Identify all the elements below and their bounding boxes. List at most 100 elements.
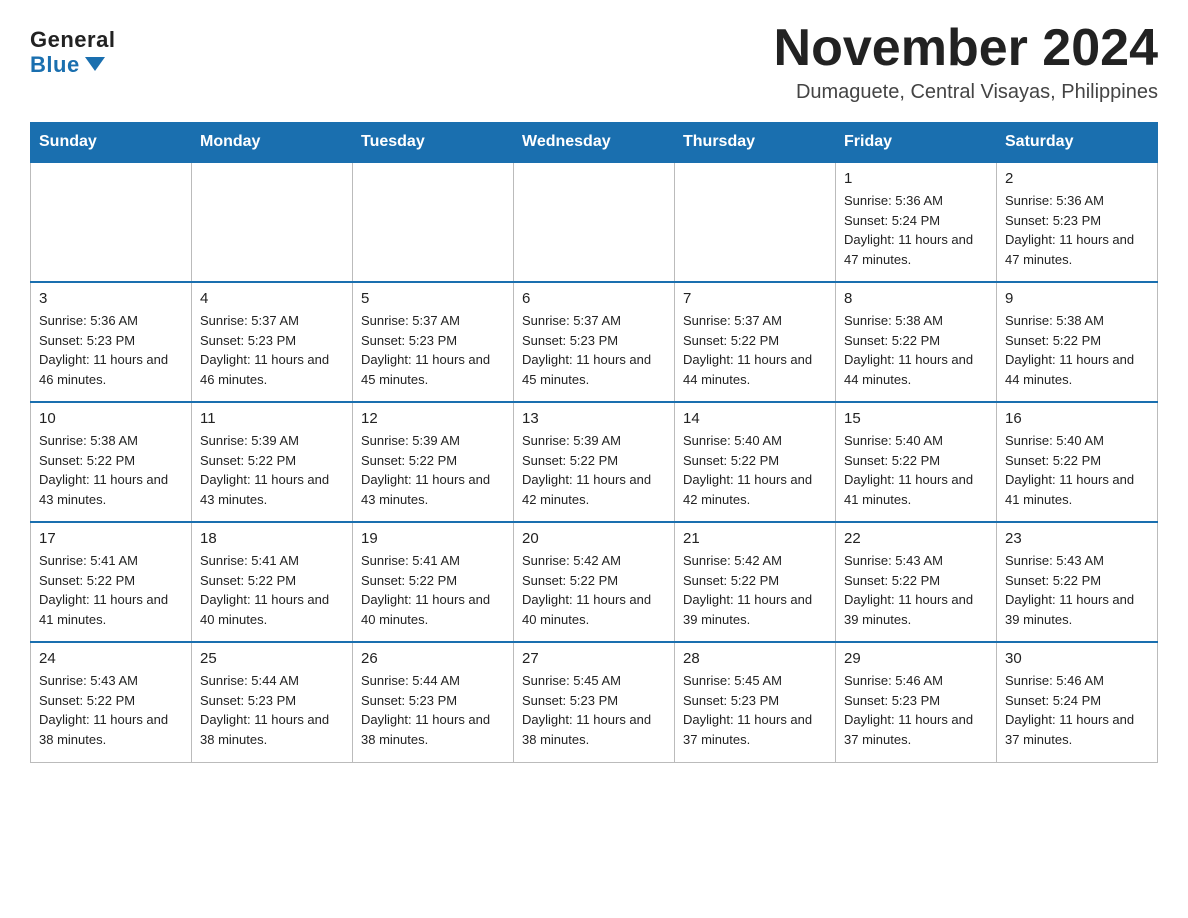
title-block: November 2024 Dumaguete, Central Visayas… xyxy=(774,20,1158,104)
weekday-header-friday: Friday xyxy=(836,123,997,163)
day-number: 16 xyxy=(1005,410,1149,427)
calendar-cell: 24 Sunrise: 5:43 AMSunset: 5:22 PMDayligh… xyxy=(31,642,192,762)
calendar-cell: 26 Sunrise: 5:44 AMSunset: 5:23 PMDayligh… xyxy=(353,642,514,762)
calendar-cell: 23 Sunrise: 5:43 AMSunset: 5:22 PMDayligh… xyxy=(997,522,1158,642)
calendar-cell: 2Sunrise: 5:36 AMSunset: 5:23 PMDaylight… xyxy=(997,162,1158,282)
day-number: 22 xyxy=(844,530,988,547)
calendar-cell: 6Sunrise: 5:37 AMSunset: 5:23 PMDaylight… xyxy=(514,282,675,402)
day-number: 25 xyxy=(200,650,344,667)
calendar-cell xyxy=(353,162,514,282)
day-info: Sunrise: 5:37 AMSunset: 5:22 PMDaylight:… xyxy=(683,311,827,389)
calendar-cell xyxy=(31,162,192,282)
day-number: 26 xyxy=(361,650,505,667)
day-info: Sunrise: 5:40 AMSunset: 5:22 PMDaylight:… xyxy=(1005,431,1149,509)
day-number: 11 xyxy=(200,410,344,427)
day-info: Sunrise: 5:45 AMSunset: 5:23 PMDaylight:… xyxy=(522,671,666,749)
day-info: Sunrise: 5:42 AMSunset: 5:22 PMDaylight:… xyxy=(522,551,666,629)
day-info: Sunrise: 5:39 AMSunset: 5:22 PMDaylight:… xyxy=(200,431,344,509)
weekday-header-tuesday: Tuesday xyxy=(353,123,514,163)
day-number: 7 xyxy=(683,290,827,307)
day-number: 19 xyxy=(361,530,505,547)
logo: General Blue xyxy=(30,28,115,78)
calendar-cell: 29 Sunrise: 5:46 AMSunset: 5:23 PMDayligh… xyxy=(836,642,997,762)
day-number: 1 xyxy=(844,170,988,187)
calendar-cell: 25 Sunrise: 5:44 AMSunset: 5:23 PMDayligh… xyxy=(192,642,353,762)
day-info: Sunrise: 5:36 AMSunset: 5:24 PMDaylight:… xyxy=(844,191,988,269)
day-info: Sunrise: 5:43 AMSunset: 5:22 PMDaylight:… xyxy=(39,671,183,749)
calendar-cell: 7 Sunrise: 5:37 AMSunset: 5:22 PMDaylight… xyxy=(675,282,836,402)
day-info: Sunrise: 5:40 AMSunset: 5:22 PMDaylight:… xyxy=(683,431,827,509)
day-number: 18 xyxy=(200,530,344,547)
calendar-cell: 5Sunrise: 5:37 AMSunset: 5:23 PMDaylight… xyxy=(353,282,514,402)
week-row-4: 17 Sunrise: 5:41 AMSunset: 5:22 PMDayligh… xyxy=(31,522,1158,642)
calendar-table: SundayMondayTuesdayWednesdayThursdayFrid… xyxy=(30,122,1158,763)
calendar-cell: 19 Sunrise: 5:41 AMSunset: 5:22 PMDayligh… xyxy=(353,522,514,642)
month-title: November 2024 xyxy=(774,20,1158,77)
day-number: 30 xyxy=(1005,650,1149,667)
calendar-cell: 14 Sunrise: 5:40 AMSunset: 5:22 PMDayligh… xyxy=(675,402,836,522)
day-number: 24 xyxy=(39,650,183,667)
calendar-cell: 15 Sunrise: 5:40 AMSunset: 5:22 PMDayligh… xyxy=(836,402,997,522)
calendar-cell: 1 Sunrise: 5:36 AMSunset: 5:24 PMDaylight… xyxy=(836,162,997,282)
calendar-cell: 28Sunrise: 5:45 AMSunset: 5:23 PMDayligh… xyxy=(675,642,836,762)
week-row-5: 24 Sunrise: 5:43 AMSunset: 5:22 PMDayligh… xyxy=(31,642,1158,762)
weekday-header-wednesday: Wednesday xyxy=(514,123,675,163)
day-number: 21 xyxy=(683,530,827,547)
day-info: Sunrise: 5:44 AMSunset: 5:23 PMDaylight:… xyxy=(200,671,344,749)
calendar-cell: 17 Sunrise: 5:41 AMSunset: 5:22 PMDayligh… xyxy=(31,522,192,642)
calendar-cell: 18 Sunrise: 5:41 AMSunset: 5:22 PMDayligh… xyxy=(192,522,353,642)
day-info: Sunrise: 5:36 AMSunset: 5:23 PMDaylight:… xyxy=(39,311,183,389)
week-row-1: 1 Sunrise: 5:36 AMSunset: 5:24 PMDaylight… xyxy=(31,162,1158,282)
day-number: 9 xyxy=(1005,290,1149,307)
day-number: 2 xyxy=(1005,170,1149,187)
logo-blue-text: Blue xyxy=(30,52,105,78)
logo-triangle-icon xyxy=(85,57,105,71)
calendar-cell: 20 Sunrise: 5:42 AMSunset: 5:22 PMDayligh… xyxy=(514,522,675,642)
day-number: 14 xyxy=(683,410,827,427)
day-number: 20 xyxy=(522,530,666,547)
calendar-cell: 13 Sunrise: 5:39 AMSunset: 5:22 PMDayligh… xyxy=(514,402,675,522)
day-number: 23 xyxy=(1005,530,1149,547)
day-info: Sunrise: 5:43 AMSunset: 5:22 PMDaylight:… xyxy=(1005,551,1149,629)
calendar-cell: 30 Sunrise: 5:46 AMSunset: 5:24 PMDayligh… xyxy=(997,642,1158,762)
weekday-header-sunday: Sunday xyxy=(31,123,192,163)
calendar-cell xyxy=(192,162,353,282)
day-number: 13 xyxy=(522,410,666,427)
day-info: Sunrise: 5:38 AMSunset: 5:22 PMDaylight:… xyxy=(39,431,183,509)
day-info: Sunrise: 5:45 AMSunset: 5:23 PMDaylight:… xyxy=(683,671,827,749)
day-info: Sunrise: 5:42 AMSunset: 5:22 PMDaylight:… xyxy=(683,551,827,629)
day-info: Sunrise: 5:41 AMSunset: 5:22 PMDaylight:… xyxy=(39,551,183,629)
day-number: 15 xyxy=(844,410,988,427)
weekday-header-monday: Monday xyxy=(192,123,353,163)
day-info: Sunrise: 5:46 AMSunset: 5:23 PMDaylight:… xyxy=(844,671,988,749)
calendar-cell xyxy=(514,162,675,282)
week-row-2: 3 Sunrise: 5:36 AMSunset: 5:23 PMDaylight… xyxy=(31,282,1158,402)
day-info: Sunrise: 5:38 AMSunset: 5:22 PMDaylight:… xyxy=(1005,311,1149,389)
day-number: 5 xyxy=(361,290,505,307)
calendar-cell: 11 Sunrise: 5:39 AMSunset: 5:22 PMDayligh… xyxy=(192,402,353,522)
day-info: Sunrise: 5:39 AMSunset: 5:22 PMDaylight:… xyxy=(522,431,666,509)
day-number: 27 xyxy=(522,650,666,667)
day-info: Sunrise: 5:41 AMSunset: 5:22 PMDaylight:… xyxy=(200,551,344,629)
weekday-header-saturday: Saturday xyxy=(997,123,1158,163)
day-number: 4 xyxy=(200,290,344,307)
day-info: Sunrise: 5:38 AMSunset: 5:22 PMDaylight:… xyxy=(844,311,988,389)
page-header: General Blue November 2024 Dumaguete, Ce… xyxy=(30,20,1158,104)
day-info: Sunrise: 5:41 AMSunset: 5:22 PMDaylight:… xyxy=(361,551,505,629)
day-number: 3 xyxy=(39,290,183,307)
day-number: 10 xyxy=(39,410,183,427)
calendar-cell: 8Sunrise: 5:38 AMSunset: 5:22 PMDaylight… xyxy=(836,282,997,402)
day-info: Sunrise: 5:44 AMSunset: 5:23 PMDaylight:… xyxy=(361,671,505,749)
day-number: 6 xyxy=(522,290,666,307)
calendar-cell: 27 Sunrise: 5:45 AMSunset: 5:23 PMDayligh… xyxy=(514,642,675,762)
calendar-cell: 10 Sunrise: 5:38 AMSunset: 5:22 PMDayligh… xyxy=(31,402,192,522)
calendar-cell: 3 Sunrise: 5:36 AMSunset: 5:23 PMDaylight… xyxy=(31,282,192,402)
calendar-header-row: SundayMondayTuesdayWednesdayThursdayFrid… xyxy=(31,123,1158,163)
day-number: 17 xyxy=(39,530,183,547)
week-row-3: 10 Sunrise: 5:38 AMSunset: 5:22 PMDayligh… xyxy=(31,402,1158,522)
day-number: 12 xyxy=(361,410,505,427)
day-info: Sunrise: 5:40 AMSunset: 5:22 PMDaylight:… xyxy=(844,431,988,509)
calendar-cell: 12Sunrise: 5:39 AMSunset: 5:22 PMDayligh… xyxy=(353,402,514,522)
day-number: 29 xyxy=(844,650,988,667)
day-info: Sunrise: 5:46 AMSunset: 5:24 PMDaylight:… xyxy=(1005,671,1149,749)
